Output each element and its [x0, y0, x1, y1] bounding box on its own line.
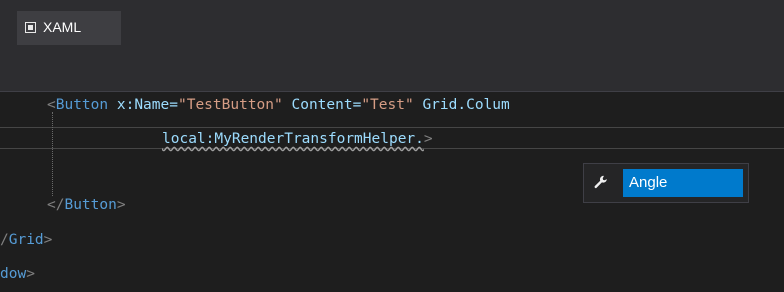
indent-guide: [52, 112, 53, 196]
close-bracket: >: [423, 131, 433, 147]
intellisense-popup: Angle: [583, 163, 749, 203]
close-bracket: >: [43, 232, 53, 248]
tag-button-close: Button: [64, 197, 117, 213]
attr-content: Content: [291, 97, 353, 113]
code-line-grid-close[interactable]: /Grid>: [0, 229, 52, 251]
tag-button: Button: [55, 97, 109, 113]
attr-grid-column: Grid.Colum: [422, 97, 510, 113]
wrench-property-icon: [594, 175, 607, 189]
attr-value-test: "Test": [361, 97, 414, 113]
code-line-button-close[interactable]: </Button>: [47, 194, 126, 216]
completion-item-label: Angle: [629, 174, 668, 191]
attr-value-testbutton: "TestButton": [177, 97, 283, 113]
completion-item-angle[interactable]: Angle: [623, 169, 743, 197]
close-bracket: >: [26, 266, 35, 282]
close-bracket: >: [116, 197, 126, 213]
open-bracket: <: [47, 97, 56, 113]
slash: /: [0, 232, 9, 248]
editor-toolstrip: [0, 45, 784, 92]
close-open-bracket: </: [47, 197, 65, 213]
tag-grid: Grid: [8, 232, 44, 248]
typed-attached-property: local:MyRenderTransformHelper.: [162, 131, 424, 147]
attr-x-name: x:Name: [116, 97, 170, 113]
xaml-document-icon: [25, 22, 36, 33]
tab-xaml-label: XAML: [43, 19, 82, 35]
document-tab-bar: XAML: [0, 0, 784, 45]
tab-xaml[interactable]: XAML: [17, 11, 121, 45]
code-line-typing[interactable]: local:MyRenderTransformHelper.>: [162, 128, 433, 150]
code-line-window-close[interactable]: dow>: [0, 263, 35, 285]
code-line-button-open[interactable]: <Button x:Name="TestButton" Content="Tes…: [47, 94, 510, 116]
tag-window-partial: dow: [0, 266, 27, 282]
attr-equals: =: [169, 97, 178, 113]
xaml-editor-window: XAML <Button x:Name="TestButton" Content…: [0, 0, 784, 292]
